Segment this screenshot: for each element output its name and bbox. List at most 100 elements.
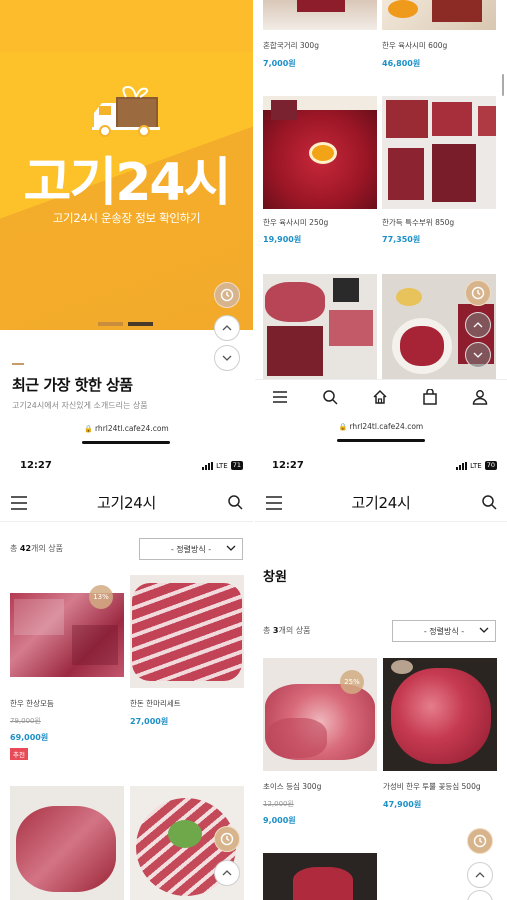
home-indicator [82, 441, 170, 444]
product-card[interactable]: 25% 초이스 등심 300g 12,000원 9,000원 [263, 658, 377, 838]
lock-icon: 🔒 [338, 423, 348, 431]
product-name[interactable]: 한우 육사시미 250g [263, 217, 328, 228]
product-image[interactable] [382, 96, 496, 209]
chevron-down-icon [222, 355, 232, 361]
slider-pagination [98, 311, 158, 330]
site-header: 고기24시 [255, 486, 507, 522]
browser-url-bar[interactable]: 🔒 rhrl24tl.cafe24.com [255, 422, 507, 431]
product-name[interactable]: 혼합국거리 300g [263, 40, 319, 51]
product-price: 77,350원 [382, 235, 421, 244]
site-logo[interactable]: 고기24시 [0, 492, 253, 513]
product-price: 47,900원 [383, 800, 422, 809]
product-image[interactable] [10, 786, 124, 900]
status-bar: 12:27 LTE 71 [0, 452, 253, 480]
product-name[interactable]: 가성비 한우 투뿔 꽃등심 500g [383, 781, 481, 792]
chevron-up-icon [475, 872, 485, 878]
nav-home-button[interactable] [371, 388, 389, 406]
product-card[interactable] [10, 786, 124, 900]
bottom-navigation [255, 379, 507, 413]
product-name[interactable]: 한돈 한마리세트 [130, 698, 181, 709]
product-image[interactable] [382, 0, 496, 30]
product-count: 총 3개의 상품 [263, 626, 311, 635]
search-icon [323, 390, 338, 405]
product-price: 19,900원 [263, 235, 302, 244]
home-indicator [337, 439, 425, 442]
slider-dot-active[interactable] [128, 322, 153, 326]
product-card[interactable]: 한우 육사시미 250g 19,900원 [263, 96, 377, 246]
product-name[interactable]: 한가득 특수부위 850g [382, 217, 454, 228]
main-banner[interactable]: 고기24시 고기24시 운송장 정보 확인하기 [0, 0, 253, 330]
network-type: LTE [216, 461, 228, 470]
nav-menu-button[interactable] [271, 388, 289, 406]
scroll-bottom-button[interactable] [467, 890, 493, 900]
clock-icon [471, 286, 485, 300]
scroll-top-button[interactable] [467, 862, 493, 888]
clock-icon [473, 834, 487, 848]
product-card[interactable] [263, 853, 377, 900]
search-icon[interactable] [227, 494, 243, 510]
category-screen: 12:27 LTE 70 고기24시 창원 총 3개의 상품 - 정렬방식 - … [255, 452, 507, 900]
nav-search-button[interactable] [321, 388, 339, 406]
product-card[interactable] [263, 274, 377, 379]
banner-brand-logo: 고기24시 [23, 153, 232, 213]
category-title: 창원 [263, 570, 287, 585]
scroll-bottom-button[interactable] [214, 345, 240, 371]
product-image[interactable] [130, 575, 244, 688]
battery-icon: 71 [230, 461, 243, 470]
url-text: rhrl24tl.cafe24.com [94, 424, 169, 433]
site-logo[interactable]: 고기24시 [255, 492, 507, 513]
nav-account-button[interactable] [471, 388, 489, 406]
product-image[interactable] [263, 0, 377, 30]
product-image[interactable] [383, 658, 497, 771]
discount-badge: 13% [89, 585, 113, 609]
nav-cart-button[interactable] [421, 388, 439, 406]
product-image[interactable] [263, 853, 377, 900]
sort-select[interactable]: - 정렬방식 - [392, 620, 496, 642]
signal-icon [202, 461, 214, 470]
product-name[interactable]: 한우 육사시미 600g [382, 40, 447, 51]
clock-icon [220, 288, 234, 302]
sort-select[interactable]: - 정렬방식 - [139, 538, 243, 560]
product-card[interactable]: 혼합국거리 300g 7,000원 [263, 0, 377, 70]
discount-badge: 25% [340, 670, 364, 694]
product-price: 69,000원 [10, 733, 49, 742]
chevron-down-icon [473, 352, 483, 358]
product-card[interactable]: 13% 한우 한상모듬 79,000원 69,000원 추천 [10, 575, 124, 765]
search-icon[interactable] [481, 494, 497, 510]
product-image[interactable] [263, 274, 377, 379]
original-price: 12,000원 [263, 800, 294, 808]
recent-view-button[interactable] [214, 826, 240, 852]
url-text: rhrl24tl.cafe24.com [349, 422, 424, 431]
hamburger-icon [273, 391, 287, 403]
signal-icon [456, 461, 468, 470]
scroll-top-button[interactable] [214, 860, 240, 886]
product-card[interactable]: 한돈 한마리세트 27,000원 [130, 575, 244, 745]
section-accent [12, 363, 24, 365]
original-price: 79,000원 [10, 717, 41, 725]
product-card[interactable]: 한우 육사시미 600g 46,800원 [382, 0, 496, 70]
recent-view-button[interactable] [465, 280, 491, 306]
product-card[interactable]: 한가득 특수부위 850g 77,350원 [382, 96, 496, 246]
shopping-bag-icon [423, 389, 437, 405]
recent-view-button[interactable] [214, 282, 240, 308]
browser-url-bar[interactable]: 🔒 rhrl24tl.cafe24.com [0, 424, 253, 433]
scroll-top-button[interactable] [465, 312, 491, 338]
product-price: 46,800원 [382, 59, 421, 68]
slider-dot[interactable] [98, 322, 123, 326]
chevron-down-icon [226, 545, 236, 551]
recommend-tag: 추천 [10, 748, 28, 760]
scroll-bottom-button[interactable] [465, 342, 491, 368]
status-time: 12:27 [20, 460, 52, 471]
product-price: 7,000원 [263, 59, 296, 68]
product-card[interactable]: 가성비 한우 투뿔 꽃등심 500g 47,900원 [383, 658, 497, 818]
chevron-down-icon [479, 627, 489, 633]
status-bar: 12:27 LTE 70 [255, 452, 507, 480]
product-image[interactable] [263, 96, 377, 209]
product-name[interactable]: 초이스 등심 300g [263, 781, 321, 792]
product-name[interactable]: 한우 한상모듬 [10, 698, 54, 709]
site-header: 고기24시 [0, 486, 253, 522]
scroll-top-button[interactable] [214, 315, 240, 341]
network-type: LTE [470, 461, 482, 470]
scrollbar[interactable] [502, 74, 504, 96]
recent-view-button[interactable] [467, 828, 493, 854]
